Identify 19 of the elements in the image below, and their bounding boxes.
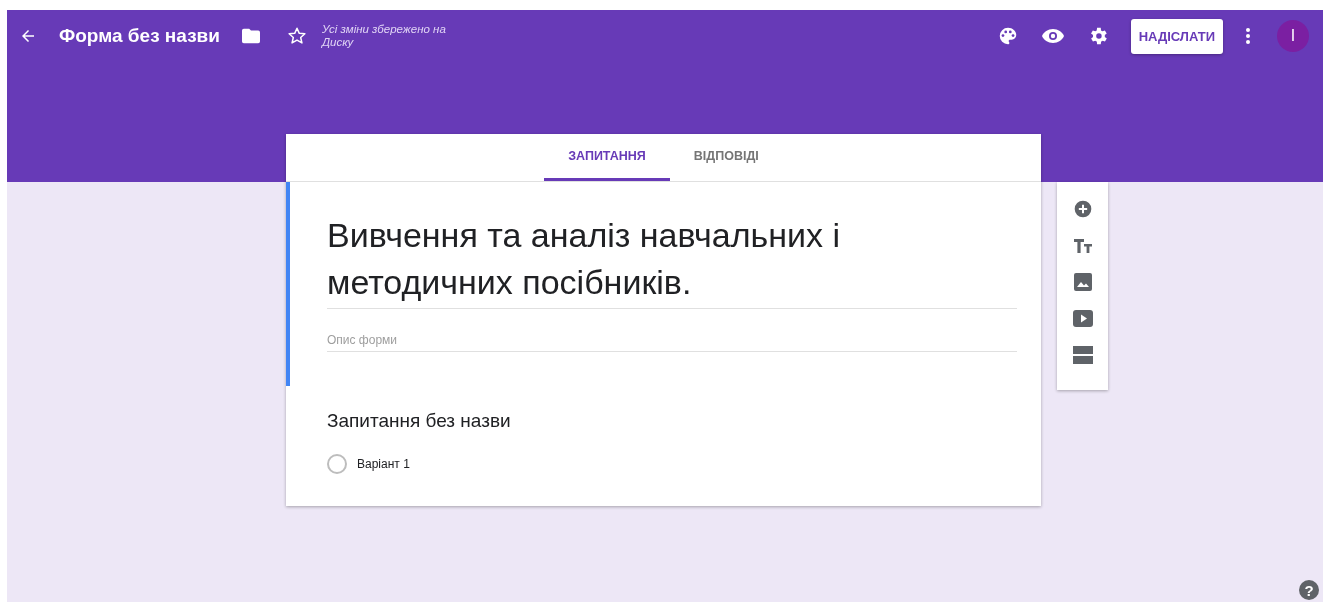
save-status: Усі зміни збережено на Диску <box>321 23 447 49</box>
tab[interactable]: ЗАПИТАННЯ <box>544 134 670 181</box>
account-avatar[interactable]: I <box>1277 20 1309 52</box>
radio-button[interactable] <box>327 453 347 474</box>
form-title: Форма без назви <box>59 25 220 47</box>
section-icon[interactable] <box>1072 346 1093 364</box>
video-icon[interactable] <box>1072 310 1093 327</box>
help-icon[interactable]: ? <box>1299 580 1319 600</box>
star-icon[interactable] <box>285 25 308 47</box>
image-icon[interactable] <box>1073 273 1092 291</box>
add-question-icon[interactable] <box>1072 199 1093 219</box>
send-button[interactable]: НАДІСЛАТИ <box>1130 18 1223 54</box>
more-menu-icon[interactable] <box>1245 27 1251 45</box>
folder-icon[interactable] <box>239 27 262 45</box>
tab[interactable]: ВІДПОВІДІ <box>669 134 783 181</box>
question-title[interactable]: Запитання без назви <box>327 409 1017 432</box>
option-label: Варіант 1 <box>357 456 410 471</box>
title-text-icon[interactable] <box>1072 238 1093 254</box>
form-heading[interactable]: Вивчення та аналіз навчальних і методичних посібників. <box>327 212 1017 309</box>
